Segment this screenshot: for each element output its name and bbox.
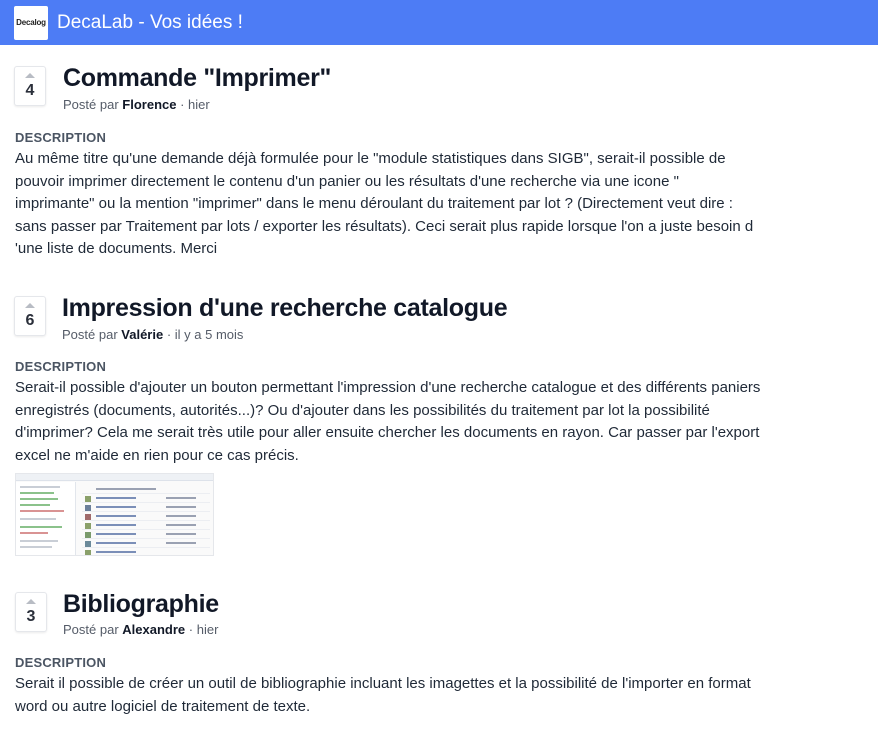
app-header: Decalog DecaLab - Vos idées !	[0, 0, 878, 45]
description-line: Serait il possible de créer un outil de …	[15, 675, 751, 692]
description-line: imprimante" ou la mention "imprimer" dan…	[15, 195, 733, 212]
author-name: Florence	[122, 97, 177, 112]
attachment-screenshot-thumbnail[interactable]	[15, 473, 214, 556]
description-label: DESCRIPTION	[15, 359, 107, 374]
description-text: Au même titre qu'une demande déjà formul…	[15, 148, 855, 261]
author-name: Valérie	[121, 327, 164, 342]
posted-by-label: Posté par	[62, 327, 118, 342]
posted-by-label: Posté par	[63, 622, 119, 637]
description-line: enregistrés (documents, autorités...)? O…	[15, 401, 710, 419]
upvote-arrow-icon	[25, 303, 35, 308]
posted-by-label: Posté par	[63, 97, 119, 112]
description-line: Au même titre qu'une demande déjà formul…	[15, 150, 726, 167]
idea-title[interactable]: Commande "Imprimer"	[63, 64, 331, 93]
description-line: word ou autre logiciel de traitement de …	[15, 697, 311, 715]
author-name: Alexandre	[122, 622, 186, 637]
post-time: · il y a 5 mois	[166, 327, 244, 342]
vote-count: 3	[26, 608, 36, 625]
decalog-logo[interactable]: Decalog	[14, 5, 48, 40]
idea-meta: Posté par Alexandre · hier	[63, 622, 218, 637]
idea-meta: Posté par Valérie · il y a 5 mois	[62, 327, 243, 342]
upvote-arrow-icon	[25, 73, 35, 78]
upvote-arrow-icon	[26, 599, 36, 604]
description-line: sans passer par Traitement par lots / ex…	[15, 217, 754, 235]
app-title: DecaLab - Vos idées !	[57, 11, 243, 33]
description-line: excel ne m'aide en rien pour ce cas préc…	[15, 446, 299, 464]
vote-count: 4	[25, 82, 35, 99]
description-line: Serait-il possible d'ajouter un bouton p…	[15, 379, 761, 396]
logo-text: Decalog	[16, 18, 46, 27]
idea-title[interactable]: Bibliographie	[63, 590, 219, 619]
thumbnail-sidebar	[16, 482, 76, 555]
thumbnail-toolbar	[16, 474, 213, 481]
post-time: · hier	[188, 622, 219, 637]
description-line: d'imprimer? Cela me serait très utile po…	[15, 424, 760, 441]
idea-meta: Posté par Florence · hier	[63, 97, 210, 112]
upvote-button[interactable]: 6	[14, 296, 46, 336]
description-label: DESCRIPTION	[15, 130, 107, 145]
description-label: DESCRIPTION	[15, 655, 107, 670]
idea-title[interactable]: Impression d'une recherche catalogue	[62, 294, 508, 323]
description-line: pouvoir imprimer directement le contenu …	[15, 172, 679, 190]
description-text: Serait il possible de créer un outil de …	[15, 673, 855, 718]
vote-count: 6	[25, 312, 35, 329]
description-line: 'une liste de documents. Merci	[15, 240, 218, 257]
upvote-button[interactable]: 4	[14, 66, 46, 106]
description-text: Serait-il possible d'ajouter un bouton p…	[15, 377, 855, 467]
post-time: · hier	[180, 97, 210, 112]
upvote-button[interactable]: 3	[15, 592, 47, 632]
